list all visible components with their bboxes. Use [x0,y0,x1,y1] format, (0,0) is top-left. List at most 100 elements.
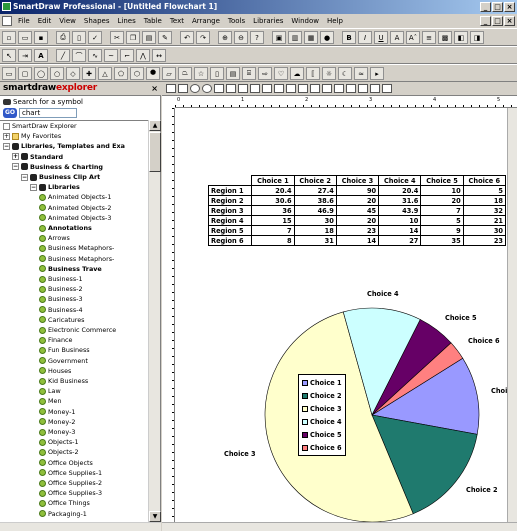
tree-item[interactable]: Objects-1 [39,437,79,447]
tree-item[interactable]: Business-2 [39,284,83,294]
tree-item[interactable]: Kid Business [39,376,88,386]
shape-hexagon-icon[interactable] [262,84,272,93]
insert-table-icon[interactable]: ▦ [304,31,318,44]
legend-entry[interactable]: Choice 2 [302,391,342,402]
bracket-shape-icon[interactable]: ⟦ [306,67,320,80]
tree-item[interactable]: Arrows [39,233,70,243]
text-tool-icon[interactable]: A [34,49,48,62]
tree-item[interactable]: Business Trave [39,264,102,274]
tree-item[interactable]: SmartDraw Explorer [3,121,77,131]
moon-shape-icon[interactable]: ☾ [338,67,352,80]
shape-card-icon[interactable] [346,84,356,93]
shape-circle2-icon[interactable] [202,84,212,93]
insert-chart-icon[interactable]: ▥ [288,31,302,44]
curve-tool-icon[interactable]: ~ [104,49,118,62]
print-preview-icon[interactable]: ▯ [72,31,86,44]
menu-item-view[interactable]: View [55,14,80,28]
restore-button[interactable]: □ [492,2,503,12]
heart-shape-icon[interactable]: ♡ [274,67,288,80]
menu-item-shapes[interactable]: Shapes [80,14,114,28]
shape-trap-icon[interactable] [334,84,344,93]
menu-item-window[interactable]: Window [287,14,323,28]
arrange-icon[interactable]: ◨ [470,31,484,44]
tree-item[interactable]: Office Supplies-1 [39,468,102,478]
explorer-hscrollbar[interactable] [0,522,161,531]
shape-rect-icon[interactable] [166,84,176,93]
scroll-up-icon[interactable]: ▲ [149,120,161,131]
tree-item[interactable]: Business Metaphors- [39,243,114,253]
print-icon[interactable]: ⎙ [56,31,70,44]
open-folder-icon[interactable]: ▭ [18,31,32,44]
undo-icon[interactable]: ↶ [180,31,194,44]
menu-item-arrange[interactable]: Arrange [188,14,224,28]
shape-octagon-icon[interactable] [274,84,284,93]
tree-item[interactable]: Office Supplies-2 [39,478,102,488]
document-shape-icon[interactable]: ▤ [226,67,240,80]
help-icon[interactable]: ? [250,31,264,44]
shape-doc-icon[interactable] [310,84,320,93]
menu-item-tools[interactable]: Tools [224,14,249,28]
more-shapes-icon[interactable]: ▸ [370,67,384,80]
tree-item[interactable]: Annotations [39,223,92,233]
tree-item[interactable]: Business Metaphors- [39,254,114,264]
sun-shape-icon[interactable]: ☼ [322,67,336,80]
polyline-tool-icon[interactable]: ⋀ [136,49,150,62]
cross-shape-icon[interactable]: ✚ [82,67,96,80]
collapse-icon[interactable]: − [21,173,28,181]
tree-item[interactable]: Business-1 [39,274,83,284]
tree-item[interactable]: − Libraries [30,182,80,192]
tree-item[interactable]: Money-1 [39,407,75,417]
symbol-search-input[interactable] [19,108,77,118]
tree-item[interactable]: Finance [39,335,72,345]
tree-item[interactable]: Business-3 [39,294,83,304]
scroll-thumb[interactable] [149,132,161,172]
superscript-icon[interactable]: Aˆ [406,31,420,44]
doc-restore-button[interactable]: □ [492,16,503,26]
tree-item[interactable]: + My Favorites [3,131,61,141]
horizontal-ruler[interactable]: 0 1 2 3 4 5 [175,97,517,108]
tree-item[interactable]: − Business & Charting [12,162,103,172]
octagon-shape-icon[interactable]: ⯃ [146,67,160,80]
collapse-icon[interactable]: − [30,183,37,191]
align-icon[interactable]: ≡ [422,31,436,44]
zoom-in-icon[interactable]: ⊕ [218,31,232,44]
tree-item[interactable]: − Libraries, Templates and Exa [3,141,125,151]
arc-tool-icon[interactable]: ⌒ [72,49,86,62]
new-file-icon[interactable]: ▫ [2,31,16,44]
diamond-shape-icon[interactable]: ◇ [66,67,80,80]
menu-item-help[interactable]: Help [323,14,347,28]
tree-item[interactable]: Animated Objects-2 [39,203,111,213]
paste-icon[interactable]: ▤ [142,31,156,44]
rounded-rect-shape-icon[interactable]: ▢ [18,67,32,80]
arrow-shape-icon[interactable]: ⇨ [258,67,272,80]
spell-check-icon[interactable]: ✓ [88,31,102,44]
triangle-shape-icon[interactable]: △ [98,67,112,80]
cut-icon[interactable]: ✂ [110,31,124,44]
shape-arrow-icon[interactable] [286,84,296,93]
menu-item-edit[interactable]: Edit [34,14,56,28]
legend-entry[interactable]: Choice 6 [302,443,342,454]
hexagon-shape-icon[interactable]: ⬡ [130,67,144,80]
shape-diamond-icon[interactable] [214,84,224,93]
shape-square-icon[interactable] [226,84,236,93]
legend-entry[interactable]: Choice 3 [302,404,342,415]
shape-box-icon[interactable] [298,84,308,93]
close-button[interactable]: × [504,2,515,12]
tree-item[interactable]: Office Supplies-3 [39,488,102,498]
canvas-hscrollbar[interactable] [162,522,517,531]
format-painter-icon[interactable]: ✎ [158,31,172,44]
canvas-vscrollbar[interactable] [507,108,517,522]
tree-item[interactable]: Money-2 [39,417,75,427]
shape-flag-icon[interactable] [382,84,392,93]
font-grow-icon[interactable]: A [390,31,404,44]
expand-icon[interactable]: + [3,132,10,140]
pointer-tool-icon[interactable]: ↖ [2,49,16,62]
shape-tri-icon[interactable] [322,84,332,93]
document-icon[interactable] [2,16,12,26]
redo-icon[interactable]: ↷ [196,31,210,44]
star-shape-icon[interactable]: ☆ [194,67,208,80]
shape-cloud-icon[interactable] [370,84,380,93]
doc-minimize-button[interactable]: _ [480,16,491,26]
shape-tag-icon[interactable] [358,84,368,93]
collapse-icon[interactable]: − [12,163,19,171]
